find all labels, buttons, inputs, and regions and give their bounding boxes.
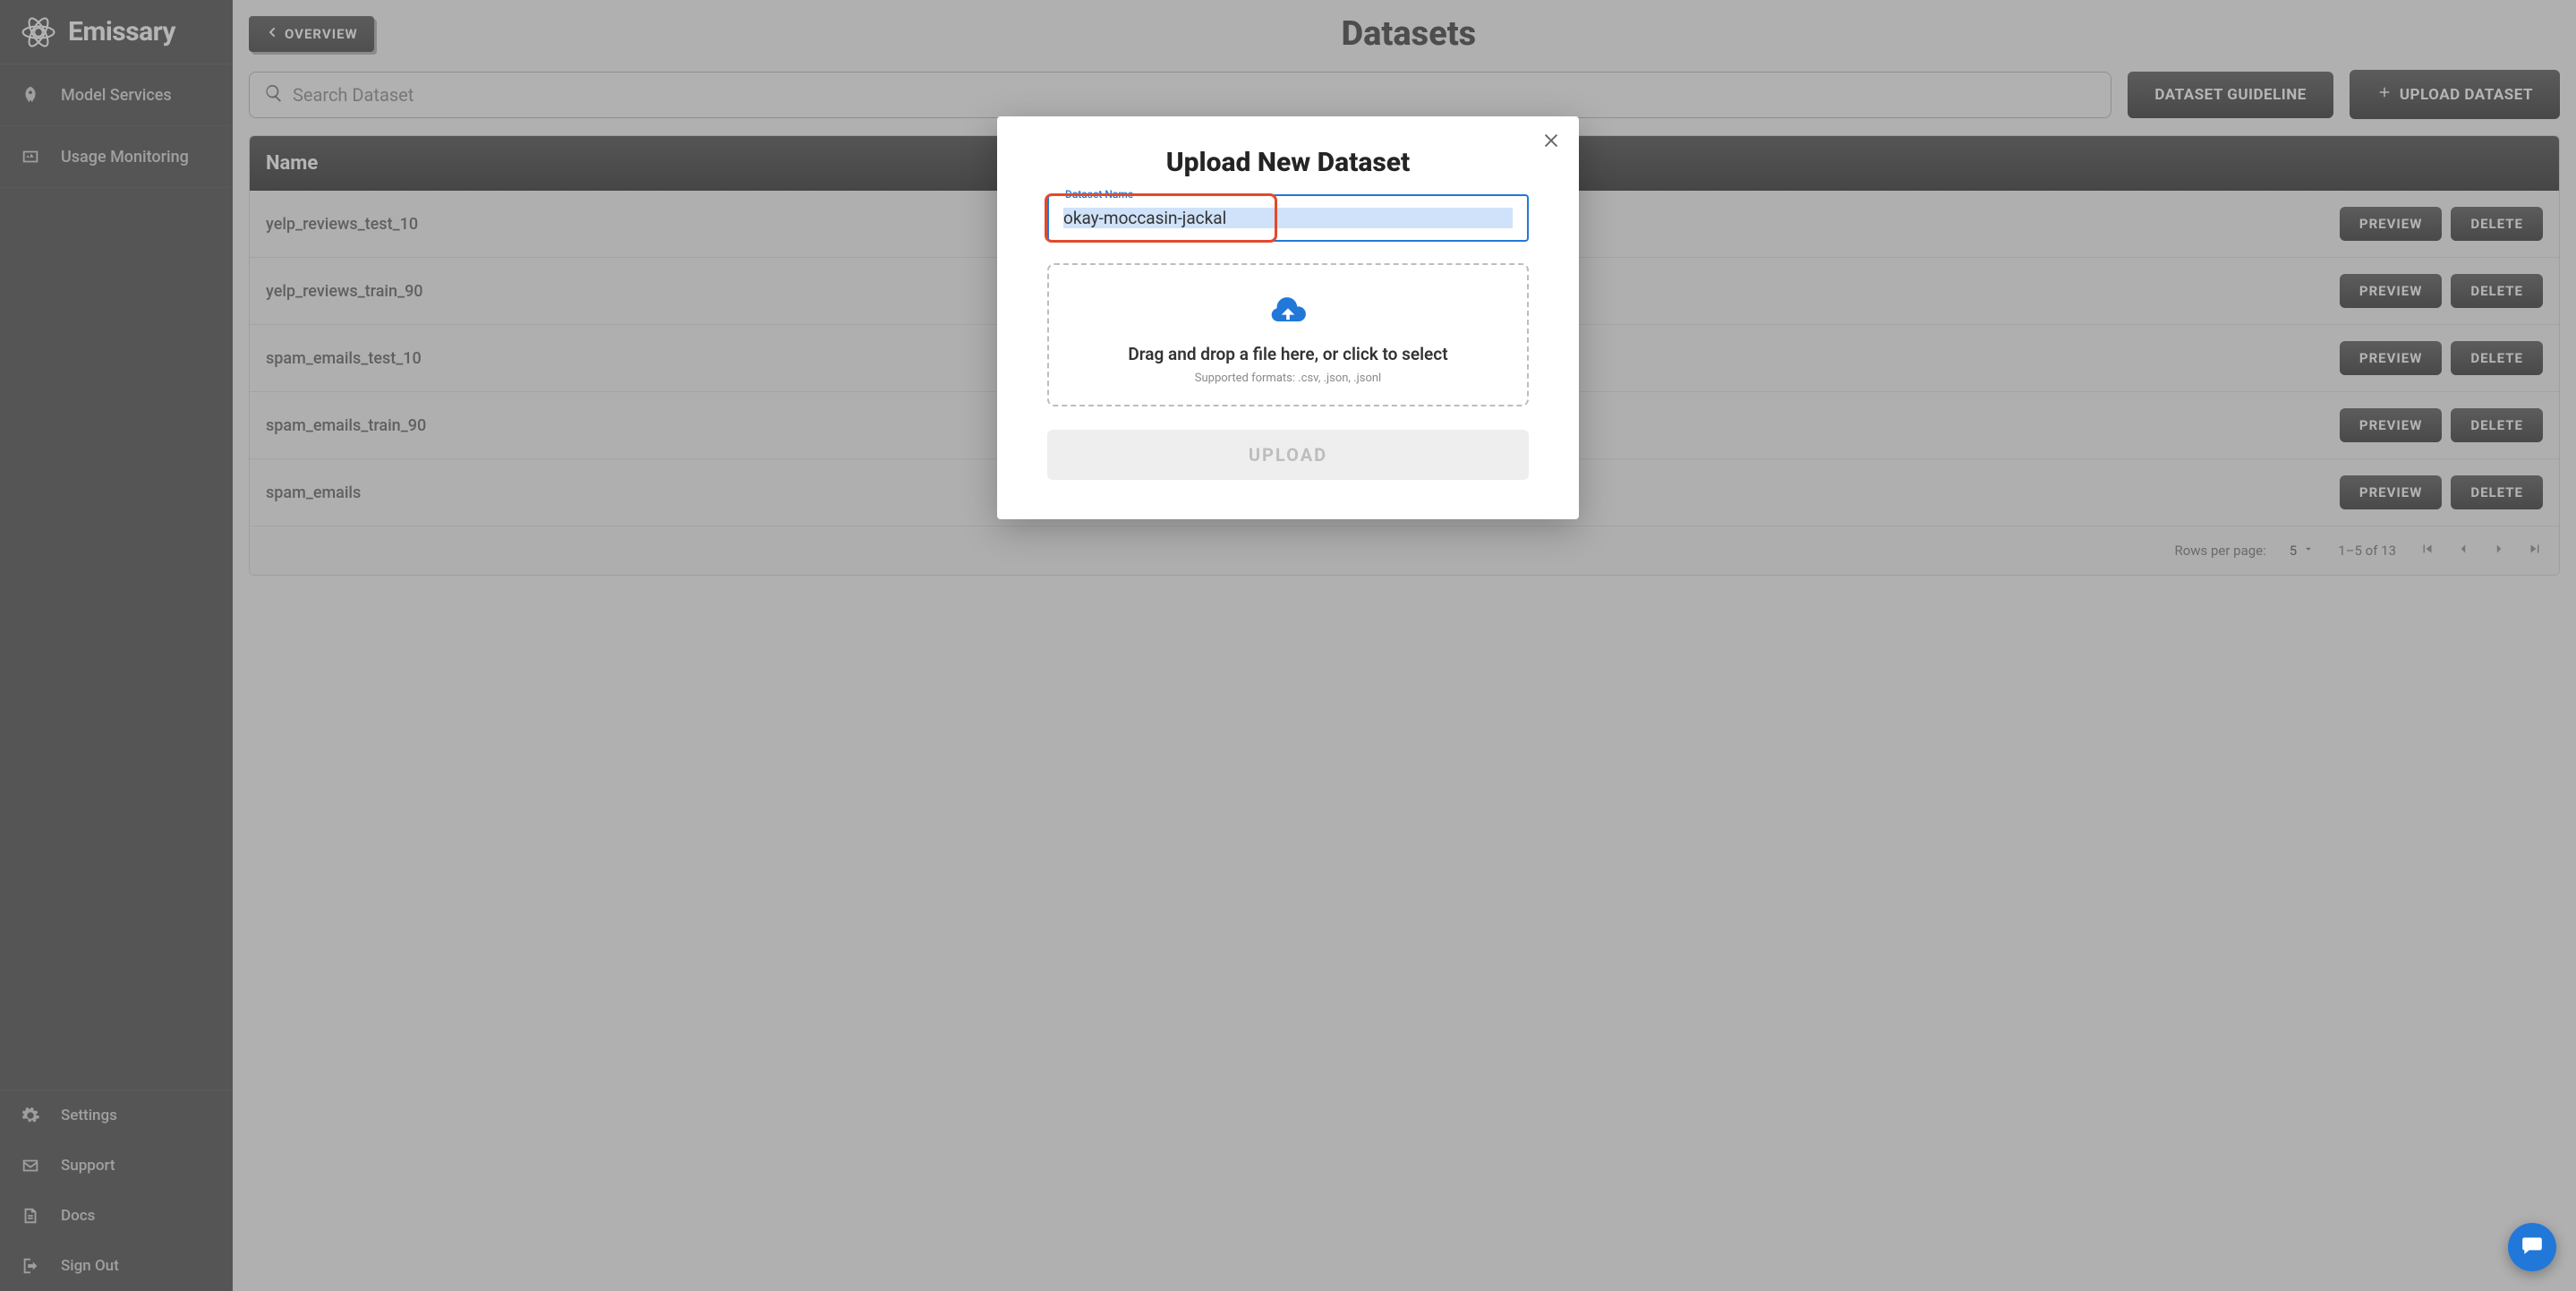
file-dropzone[interactable]: Drag and drop a file here, or click to s… xyxy=(1047,263,1529,406)
dataset-name-input[interactable] xyxy=(1063,208,1513,228)
upload-submit-button: UPLOAD xyxy=(1047,430,1529,480)
modal-overlay[interactable]: Upload New Dataset Dataset Name Drag and… xyxy=(0,0,2576,1291)
chat-icon xyxy=(2521,1234,2544,1261)
chat-bubble-button[interactable] xyxy=(2508,1223,2556,1271)
dropzone-subtext: Supported formats: .csv, .json, .jsonl xyxy=(1067,372,1509,385)
cloud-upload-icon xyxy=(1067,292,1509,331)
upload-dataset-modal: Upload New Dataset Dataset Name Drag and… xyxy=(997,116,1579,519)
close-button[interactable] xyxy=(1541,131,1561,154)
field-label: Dataset Name xyxy=(1060,188,1139,201)
dataset-name-field[interactable]: Dataset Name xyxy=(1047,194,1529,242)
modal-title: Upload New Dataset xyxy=(1047,147,1529,178)
dropzone-text: Drag and drop a file here, or click to s… xyxy=(1067,344,1509,364)
